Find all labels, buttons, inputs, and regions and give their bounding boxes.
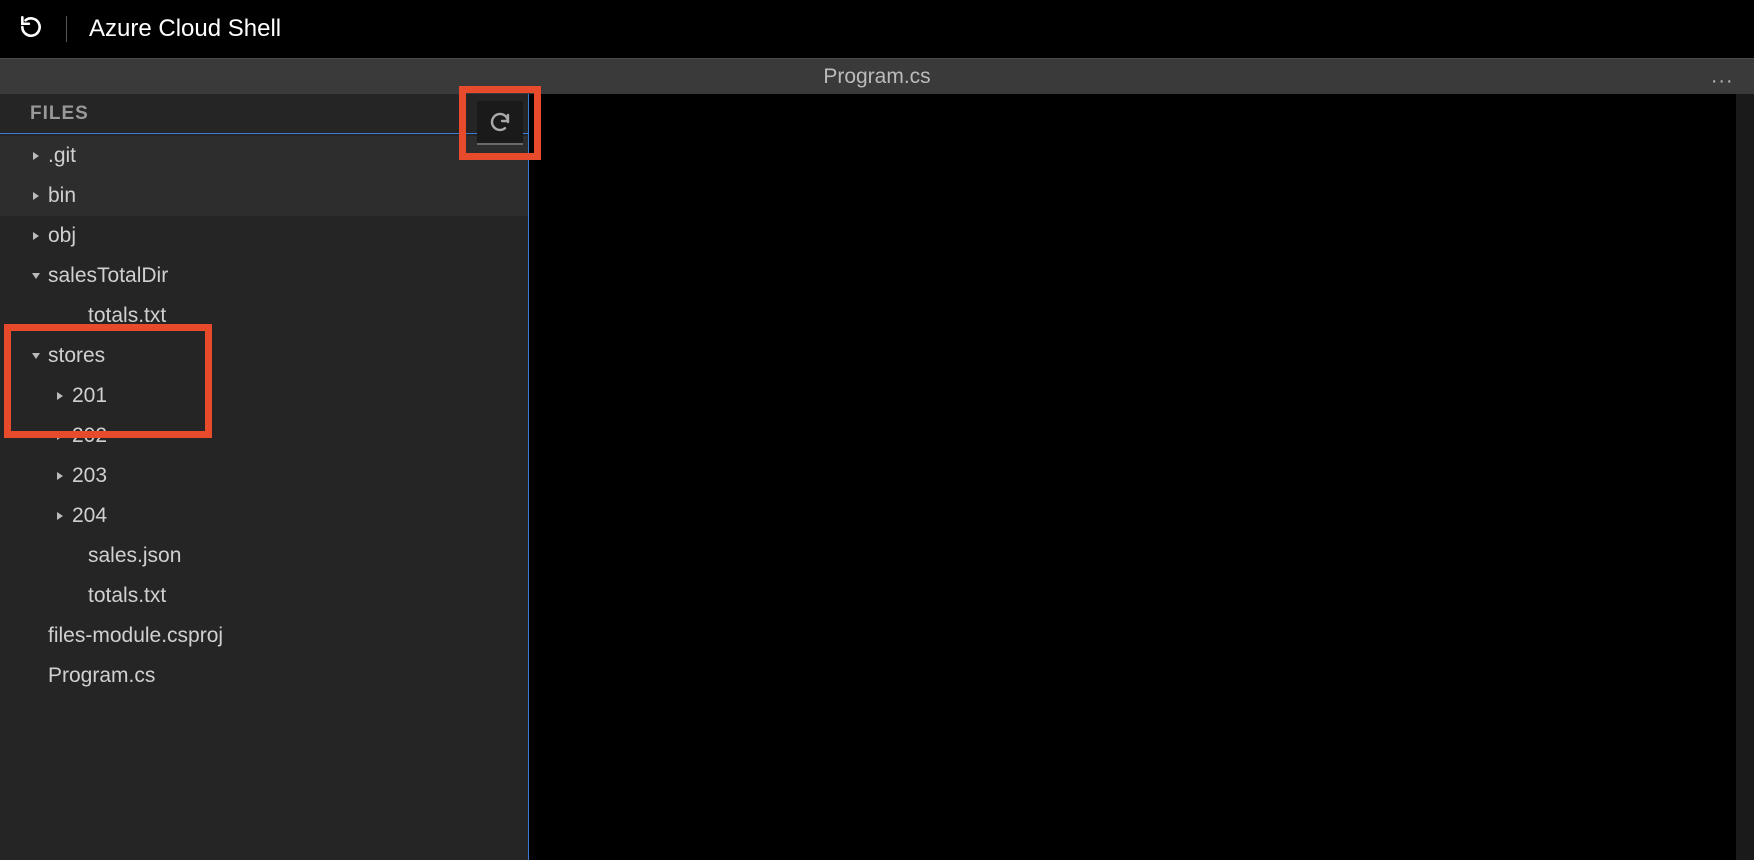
editor-area[interactable] [529,94,1754,860]
tree-item[interactable]: 201 [0,376,528,416]
more-icon[interactable]: ... [1711,65,1734,88]
tree-item[interactable]: bin [0,176,528,216]
tree-item-label: 201 [72,384,107,408]
app-title: Azure Cloud Shell [89,15,281,43]
refresh-icon [488,110,512,134]
tree-item[interactable]: totals.txt [0,296,528,336]
tree-item-label: stores [48,344,105,368]
tree-item[interactable]: 203 [0,456,528,496]
tree-item[interactable]: obj [0,216,528,256]
header-divider [66,16,67,42]
tree-item-label: .git [48,144,76,168]
tree-item-label: bin [48,184,76,208]
tree-item-label: totals.txt [88,584,166,608]
workspace: FILES .git bin obj salesTotalDir totals.txt s… [0,94,1754,860]
tree-item-label: obj [48,224,76,248]
tree-item[interactable]: salesTotalDir [0,256,528,296]
tree-item-label: 204 [72,504,107,528]
tree-item-label: salesTotalDir [48,264,168,288]
chevron-right-icon[interactable] [54,471,66,481]
chevron-right-icon[interactable] [30,151,42,161]
refresh-highlight-box [459,86,541,160]
file-tree[interactable]: .git bin obj salesTotalDir totals.txt stores 2… [0,134,528,696]
chevron-right-icon[interactable] [30,191,42,201]
file-explorer-sidebar: FILES .git bin obj salesTotalDir totals.txt s… [0,94,529,860]
tree-item-label: 203 [72,464,107,488]
app-header: Azure Cloud Shell [0,0,1754,58]
tree-item-label: Program.cs [48,664,155,688]
tree-item-label: sales.json [88,544,181,568]
chevron-right-icon[interactable] [30,231,42,241]
files-header: FILES [0,94,528,134]
chevron-down-icon[interactable] [30,351,42,361]
tree-item[interactable]: 204 [0,496,528,536]
chevron-right-icon[interactable] [54,431,66,441]
editor-scrollbar[interactable] [1736,94,1754,860]
files-header-label: FILES [30,103,89,125]
restart-icon[interactable] [18,14,44,45]
active-tab-title[interactable]: Program.cs [823,65,930,89]
tree-item[interactable]: Program.cs [0,656,528,696]
tree-item[interactable]: files-module.csproj [0,616,528,656]
tree-item-label: files-module.csproj [48,624,223,648]
tree-item[interactable]: 202 [0,416,528,456]
tree-item-label: totals.txt [88,304,166,328]
tree-item[interactable]: .git [0,136,528,176]
refresh-button[interactable] [477,101,523,145]
chevron-down-icon[interactable] [30,271,42,281]
editor-tab-bar: Program.cs ... [0,58,1754,94]
chevron-right-icon[interactable] [54,391,66,401]
tree-item[interactable]: stores [0,336,528,376]
tree-item[interactable]: totals.txt [0,576,528,616]
chevron-right-icon[interactable] [54,511,66,521]
tree-item[interactable]: sales.json [0,536,528,576]
tree-item-label: 202 [72,424,107,448]
